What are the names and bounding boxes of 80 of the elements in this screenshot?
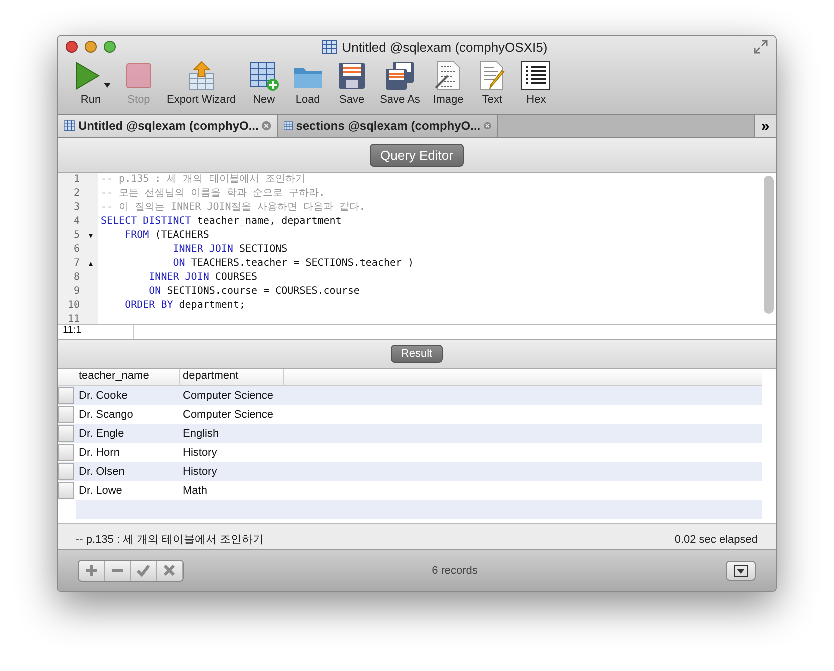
row-handle[interactable] (58, 406, 74, 423)
document-tab[interactable]: sections @sqlexam (comphyO... (278, 115, 498, 137)
table-cell-text: Dr. Cooke (78, 390, 129, 402)
checkmark-icon (137, 564, 150, 577)
list-icon (520, 60, 552, 92)
row-handle[interactable] (58, 463, 74, 480)
table-cell-text: Dr. Olsen (78, 466, 126, 478)
line-number: 11 (66, 313, 81, 324)
column-header[interactable]: teacher_name (76, 369, 180, 385)
code-line: FROM (TEACHERS (124, 229, 210, 243)
code-line: INNER JOIN SECTIONS (172, 243, 288, 257)
column-header[interactable]: department (180, 369, 284, 385)
document-tab[interactable]: Untitled @sqlexam (comphyO... (58, 115, 278, 137)
toolbar-button[interactable]: Save (333, 60, 372, 106)
line-number: 4 (72, 215, 81, 229)
line-number: 7 (72, 257, 81, 271)
table-cell-text: Dr. Lowe (78, 484, 124, 496)
table-cell-text: History (182, 466, 218, 478)
new-table-icon (248, 60, 280, 92)
elapsed-time: 0.02 sec elapsed (674, 534, 758, 546)
code-line: INNER JOIN COURSES (148, 271, 258, 285)
toolbar-button[interactable]: Text (473, 60, 512, 106)
code-editor[interactable] (58, 173, 776, 325)
code-line: SELECT DISTINCT teacher_name, department (100, 215, 342, 229)
status-message: -- p.135 : 세 개의 테이블에서 조인하기 (76, 533, 264, 547)
line-number: 3 (72, 201, 81, 215)
plus-icon (85, 564, 98, 577)
table-cell-text: Dr. Scango (78, 408, 134, 420)
caret-icon[interactable] (104, 83, 111, 88)
toolbar-button[interactable]: Hex (517, 60, 556, 106)
close-icon[interactable] (262, 120, 271, 132)
table-cell-text: Dr. Engle (78, 428, 126, 440)
code-line: -- 이 질의는 INNER JOIN절을 사용하면 다음과 같다. (100, 201, 366, 215)
line-number: 10 (66, 299, 81, 313)
row-handle[interactable] (58, 425, 74, 442)
table-cell-text: Math (182, 484, 208, 496)
fullscreen-icon[interactable] (754, 40, 768, 54)
toolbar-button[interactable]: Image (429, 60, 468, 106)
result-button[interactable]: Result (391, 345, 443, 363)
line-number: 6 (72, 243, 81, 257)
table-icon (64, 119, 76, 133)
table-icon (322, 40, 338, 54)
table-cell-text: History (182, 446, 218, 458)
zoom-icon[interactable] (104, 41, 116, 53)
line-number: 8 (72, 271, 81, 285)
scrollbar-thumb[interactable] (764, 176, 774, 314)
code-line: -- p.135 : 세 개의 테이블에서 조인하기 (100, 173, 306, 187)
x-icon (163, 564, 176, 577)
dropdown-icon (734, 564, 748, 576)
floppy-disks-icon (384, 60, 416, 92)
row-handle[interactable] (58, 444, 74, 461)
line-number: 5 (72, 229, 81, 243)
table-cell-text: English (182, 428, 220, 440)
minimize-icon[interactable] (85, 41, 97, 53)
dropdown-button[interactable] (726, 560, 756, 580)
code-line: ON TEACHERS.teacher = SECTIONS.teacher ) (172, 257, 414, 271)
table-icon (284, 119, 294, 133)
code-line: ORDER BY department; (124, 299, 246, 313)
row-handle[interactable] (58, 482, 74, 499)
query-editor-button[interactable]: Query Editor (370, 144, 464, 166)
tab-overflow-button[interactable]: » (754, 115, 776, 137)
line-number: 1 (72, 173, 81, 187)
close-icon[interactable] (66, 41, 78, 53)
line-number: 9 (72, 285, 81, 299)
toolbar-button[interactable]: New (245, 60, 284, 106)
line-number: 2 (72, 187, 81, 201)
table-cell-text: Computer Science (182, 390, 274, 402)
toolbar-button[interactable]: Load (289, 60, 328, 106)
record-count: 6 records (431, 564, 479, 576)
toolbar-button[interactable]: Export Wizard (164, 60, 240, 106)
table-cell-text: Computer Science (182, 408, 274, 420)
toolbar-button[interactable]: Save As (377, 60, 424, 106)
code-line: ON SECTIONS.course = COURSES.course (148, 285, 360, 299)
cursor-position: 11:1 (58, 325, 134, 339)
close-icon[interactable] (484, 120, 491, 132)
table-cell-text: Dr. Horn (78, 446, 121, 458)
window-title: Untitled @sqlexam (comphyOSXI5) (342, 40, 548, 54)
row-handle[interactable] (58, 387, 74, 404)
toolbar-button[interactable]: Run (68, 60, 114, 106)
code-line: -- 모든 선생님의 이름을 학과 순으로 구하라. (100, 187, 326, 201)
